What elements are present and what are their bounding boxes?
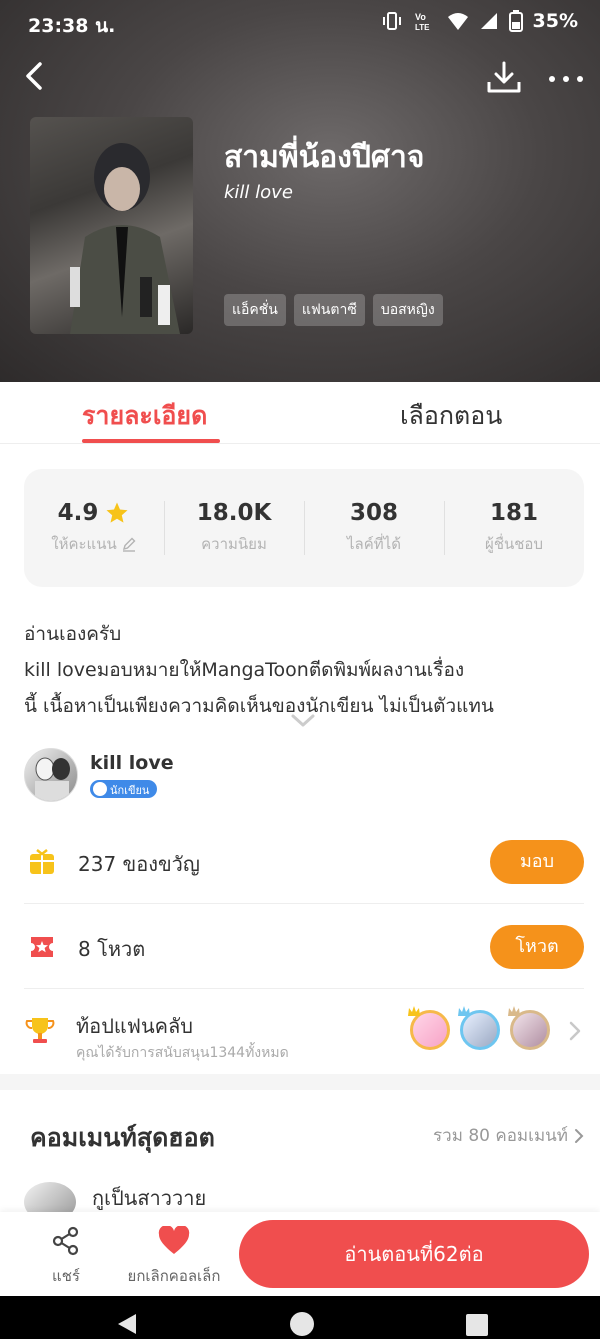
vibrate-icon bbox=[382, 12, 401, 30]
chevron-down-icon[interactable] bbox=[290, 712, 316, 730]
stat-rating[interactable]: 4.9 ให้คะแนน bbox=[24, 469, 164, 587]
comments-total-link[interactable]: รวม 80 คอมเมนท์ bbox=[433, 1122, 584, 1149]
book-header: 23:38 น. Vo LTE 35% สามพี่น้องปีศาจ kill … bbox=[0, 0, 600, 382]
bottom-action-bar: แชร์ ยกเลิกคอลเล็ก อ่านตอนที่62ต่อ bbox=[0, 1212, 600, 1296]
author-avatar[interactable] bbox=[24, 748, 78, 802]
fan-avatar[interactable] bbox=[408, 1006, 450, 1050]
uncollect-label: ยกเลิกคอลเล็ก bbox=[127, 1267, 221, 1285]
gift-count: 237 ของขวัญ bbox=[78, 852, 200, 876]
tab-episodes[interactable]: เลือกตอน bbox=[400, 396, 502, 436]
trophy-icon bbox=[25, 1018, 55, 1043]
continue-reading-button[interactable]: อ่านตอนที่62ต่อ bbox=[239, 1220, 589, 1288]
writer-badge: นักเขียน bbox=[90, 780, 158, 798]
writer-badge-icon bbox=[93, 782, 107, 796]
vote-button[interactable]: โหวต bbox=[490, 925, 584, 969]
share-button[interactable]: แชร์ bbox=[36, 1226, 96, 1288]
battery-percent: 35% bbox=[532, 10, 578, 32]
signal-icon bbox=[480, 13, 497, 29]
genre-tag[interactable]: แฟนตาซี bbox=[293, 294, 365, 326]
writer-badge-label: นักเขียน bbox=[110, 784, 150, 797]
wifi-icon bbox=[447, 13, 468, 30]
status-time: 23:38 น. bbox=[28, 15, 116, 37]
edit-icon bbox=[122, 537, 136, 552]
book-cover-image bbox=[30, 117, 193, 334]
share-label: แชร์ bbox=[52, 1267, 80, 1285]
vote-row: 8 โหวต โหวต bbox=[24, 905, 584, 989]
more-options-icon[interactable] bbox=[546, 64, 586, 94]
stat-likes: 308 ไลค์ที่ได้ bbox=[304, 469, 444, 587]
popularity-value: 18.0K bbox=[196, 500, 272, 526]
rating-value: 4.9 bbox=[57, 500, 99, 526]
rating-label: ให้คะแนน bbox=[51, 535, 117, 553]
share-icon bbox=[52, 1226, 79, 1256]
fans-label: ผู้ชื่นชอบ bbox=[485, 535, 543, 553]
description-line: kill loveมอบหมายให้MangaToonตีดพิมพ์ผลงา… bbox=[24, 659, 465, 681]
vote-count: 8 โหวต bbox=[78, 937, 146, 961]
stat-popularity: 18.0K ความนิยม bbox=[164, 469, 304, 587]
nav-home-icon[interactable] bbox=[290, 1312, 314, 1336]
book-author: kill love bbox=[224, 182, 293, 203]
likes-label: ไลค์ที่ได้ bbox=[347, 535, 401, 553]
commenter-name: กูเป็นสาววาย bbox=[92, 1186, 207, 1210]
volte-icon: VoLTE bbox=[415, 12, 430, 32]
heart-icon bbox=[158, 1225, 190, 1254]
crown-icon bbox=[458, 1006, 470, 1016]
gift-icon bbox=[30, 849, 54, 874]
svg-text:LTE: LTE bbox=[415, 23, 430, 32]
status-icons: Vo LTE 35% bbox=[381, 10, 578, 32]
svg-text:Vo: Vo bbox=[415, 12, 426, 22]
back-arrow-icon[interactable] bbox=[18, 58, 54, 94]
stats-panel: 4.9 ให้คะแนน 18.0K ความนิยม 308 ไลค์ที่ไ… bbox=[24, 469, 584, 587]
download-icon[interactable] bbox=[484, 60, 524, 96]
book-description: อ่านเองครับ kill loveมอบหมายให้MangaToon… bbox=[24, 616, 584, 724]
likes-value: 308 bbox=[349, 500, 398, 526]
tab-detail[interactable]: รายละเอียด bbox=[82, 396, 207, 436]
chevron-right-icon bbox=[575, 1128, 584, 1143]
top-fans-title: ท้อปแฟนคลับ bbox=[76, 1014, 193, 1038]
battery-icon bbox=[508, 10, 523, 32]
chevron-right-icon[interactable] bbox=[568, 1020, 582, 1042]
status-bar: 23:38 น. Vo LTE 35% bbox=[0, 0, 600, 44]
active-tab-indicator bbox=[82, 439, 220, 443]
author-card[interactable]: kill love นักเขียน bbox=[24, 746, 584, 806]
star-icon bbox=[106, 502, 128, 523]
author-name[interactable]: kill love bbox=[90, 752, 174, 774]
section-divider bbox=[0, 1074, 600, 1090]
system-nav-bar bbox=[0, 1296, 600, 1339]
genre-tag[interactable]: บอสหญิง bbox=[372, 294, 443, 326]
comments-total: รวม 80 คอมเมนท์ bbox=[433, 1126, 568, 1146]
popularity-label: ความนิยม bbox=[201, 535, 267, 553]
hot-comments-title: คอมเมนท์สุดฮอต bbox=[30, 1123, 215, 1152]
fan-avatar[interactable] bbox=[458, 1006, 500, 1050]
crown-icon bbox=[508, 1006, 520, 1016]
give-gift-button[interactable]: มอบ bbox=[490, 840, 584, 884]
top-fans-row[interactable]: ท้อปแฟนคลับ คุณได้รับการสนับสนุน1344ทั้ง… bbox=[24, 990, 584, 1074]
crown-icon bbox=[408, 1006, 420, 1016]
description-line: อ่านเองครับ bbox=[24, 623, 122, 645]
nav-back-icon[interactable] bbox=[116, 1312, 138, 1336]
book-title: สามพี่น้องปีศาจ bbox=[224, 140, 425, 175]
uncollect-button[interactable]: ยกเลิกคอลเล็ก bbox=[118, 1225, 230, 1288]
detail-tabs: รายละเอียด เลือกตอน bbox=[0, 382, 600, 444]
gift-row: 237 ของขวัญ มอบ bbox=[24, 820, 584, 904]
fans-value: 181 bbox=[489, 500, 538, 526]
vote-ticket-icon bbox=[31, 937, 53, 957]
genre-tag[interactable]: แอ็คชั่น bbox=[224, 294, 286, 326]
genre-tags: แอ็คชั่น แฟนตาซี บอสหญิง bbox=[224, 294, 443, 326]
fan-avatar[interactable] bbox=[508, 1006, 550, 1050]
top-fans-subtitle: คุณได้รับการสนับสนุน1344ทั้งหมด bbox=[76, 1045, 289, 1061]
stat-fans: 181 ผู้ชื่นชอบ bbox=[444, 469, 584, 587]
nav-recents-icon[interactable] bbox=[466, 1314, 488, 1336]
top-fans-avatars bbox=[408, 1006, 550, 1050]
